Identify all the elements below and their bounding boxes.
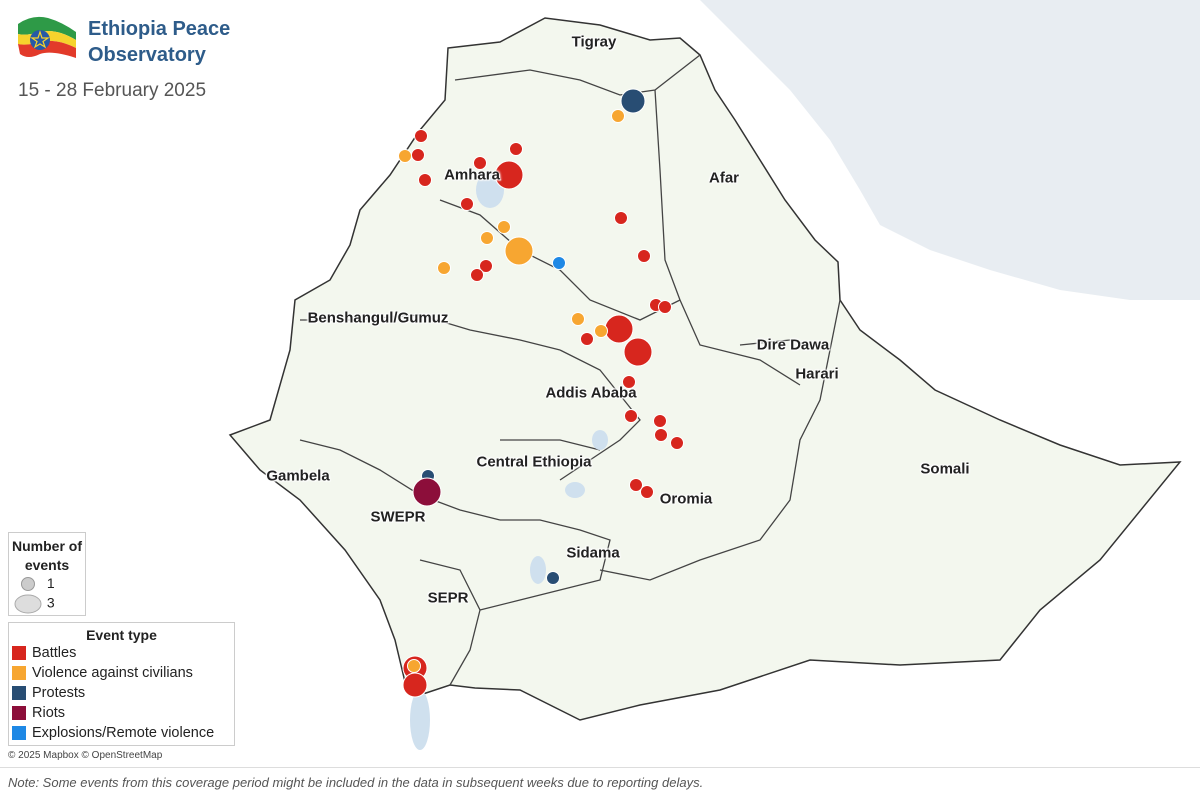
event-marker-protests[interactable]: [546, 571, 560, 585]
event-marker-battles[interactable]: [402, 672, 428, 698]
event-marker-violence-against-civilians[interactable]: [571, 312, 585, 326]
event-marker-battles[interactable]: [623, 337, 653, 367]
region-label-tigray: Tigray: [571, 33, 617, 51]
legend-item-explosions: Explosions/Remote violence: [9, 723, 234, 743]
legend-label-explosions: Explosions/Remote violence: [32, 725, 215, 741]
region-label-amhara: Amhara: [444, 166, 500, 184]
region-label-gambela: Gambela: [266, 467, 330, 485]
size-legend-row-1: 1: [13, 575, 55, 593]
footnote: Note: Some events from this coverage per…: [8, 775, 704, 790]
region-label-harari: Harari: [795, 365, 839, 383]
region-label-sepr: SEPR: [427, 589, 469, 607]
ethiopia-flag-logo: [18, 16, 76, 58]
event-marker-battles[interactable]: [411, 148, 425, 162]
event-marker-battles[interactable]: [653, 414, 667, 428]
type-legend-title: Event type: [86, 627, 157, 643]
event-marker-battles[interactable]: [624, 409, 638, 423]
region-label-afar: Afar: [708, 169, 740, 187]
size-legend-label-1: 1: [46, 575, 55, 591]
event-marker-battles[interactable]: [658, 300, 672, 314]
region-label-sidama: Sidama: [566, 544, 620, 562]
event-marker-battles[interactable]: [604, 314, 634, 344]
event-marker-violence-against-civilians[interactable]: [398, 149, 412, 163]
large-circle-icon: [14, 594, 42, 614]
event-marker-riots[interactable]: [412, 477, 442, 507]
riots-swatch: [12, 706, 26, 720]
event-marker-violence-against-civilians[interactable]: [437, 261, 451, 275]
region-label-somali: Somali: [920, 460, 970, 478]
event-marker-battles[interactable]: [640, 485, 654, 499]
region-label-swepr: SWEPR: [370, 508, 426, 526]
legend-label-riots: Riots: [32, 705, 66, 721]
event-marker-violence-against-civilians[interactable]: [497, 220, 511, 234]
small-circle-icon: [21, 577, 35, 592]
region-label-benshangul: Benshangul/Gumuz: [307, 309, 449, 327]
page-title: Ethiopia Peace Observatory: [88, 18, 231, 66]
event-marker-violence-against-civilians[interactable]: [504, 236, 534, 266]
size-legend: Number of events 1 3: [8, 532, 86, 616]
legend-label-violence: Violence against civilians: [32, 665, 193, 681]
event-marker-battles[interactable]: [614, 211, 628, 225]
event-marker-violence-against-civilians[interactable]: [407, 659, 421, 673]
region-label-oromia: Oromia: [659, 490, 713, 508]
event-marker-explosions-remote-violence[interactable]: [552, 256, 566, 270]
event-marker-battles[interactable]: [670, 436, 684, 450]
event-marker-violence-against-civilians[interactable]: [480, 231, 494, 245]
protests-swatch: [12, 686, 26, 700]
legend-item-riots: Riots: [9, 703, 234, 723]
legend-label-protests: Protests: [32, 685, 86, 701]
event-marker-battles[interactable]: [418, 173, 432, 187]
legend-item-battles: Battles: [9, 643, 234, 663]
event-marker-battles[interactable]: [470, 268, 484, 282]
size-legend-row-3: 3: [13, 593, 55, 615]
coverage-period: 15 - 28 February 2025: [18, 80, 207, 101]
divider: [0, 767, 1200, 768]
explosions-swatch: [12, 726, 26, 740]
event-marker-violence-against-civilians[interactable]: [594, 324, 608, 338]
battles-swatch: [12, 646, 26, 660]
event-marker-battles[interactable]: [414, 129, 428, 143]
region-label-addis-ababa: Addis Ababa: [545, 384, 637, 402]
event-marker-battles[interactable]: [460, 197, 474, 211]
event-marker-battles[interactable]: [654, 428, 668, 442]
violence-swatch: [12, 666, 26, 680]
event-marker-battles[interactable]: [580, 332, 594, 346]
region-label-central-ethiopia: Central Ethiopia: [476, 453, 592, 471]
event-marker-battles[interactable]: [509, 142, 523, 156]
legend-label-battles: Battles: [32, 645, 77, 661]
map-attribution: © 2025 Mapbox © OpenStreetMap: [8, 750, 163, 761]
size-legend-title: Number of events: [12, 538, 82, 573]
event-marker-protests[interactable]: [620, 88, 646, 114]
region-label-dire-dawa: Dire Dawa: [756, 336, 830, 354]
event-type-legend: Event type Battles Violence against civi…: [8, 622, 235, 746]
size-legend-label-3: 3: [46, 594, 55, 611]
event-marker-battles[interactable]: [637, 249, 651, 263]
event-marker-violence-against-civilians[interactable]: [611, 109, 625, 123]
legend-item-protests: Protests: [9, 683, 234, 703]
legend-item-violence: Violence against civilians: [9, 663, 234, 683]
